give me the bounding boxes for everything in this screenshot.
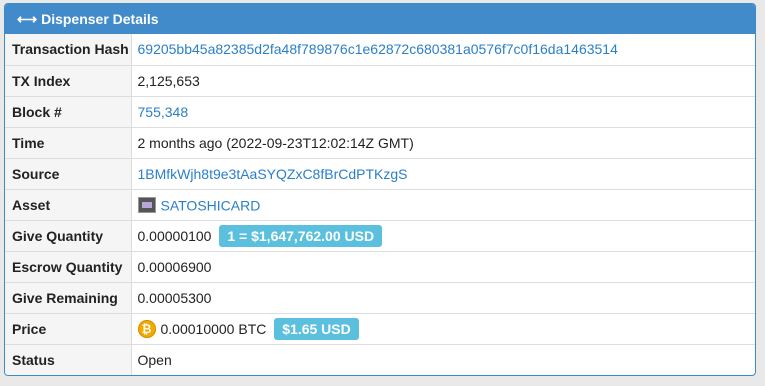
label-give-remaining: Give Remaining xyxy=(5,281,132,313)
dispenser-details-panel: ⟷ Dispenser Details Transaction Hash 692… xyxy=(4,3,756,376)
label-transaction-hash: Transaction Hash xyxy=(5,34,132,65)
status-value: Open xyxy=(131,343,755,375)
asset-link[interactable]: SATOSHICARD xyxy=(161,197,261,213)
transaction-hash-link[interactable]: 69205bb45a82385d2fa48f789876c1e62872c680… xyxy=(138,41,618,57)
row-block: Block # 755,348 xyxy=(5,95,755,127)
row-escrow-quantity: Escrow Quantity 0.00006900 xyxy=(5,250,755,282)
give-remaining-value: 0.00005300 xyxy=(131,281,755,313)
row-tx-index: TX Index 2,125,653 xyxy=(5,64,755,96)
price-usd-badge: $1.65 USD xyxy=(274,317,359,340)
bitcoin-icon: ₿ xyxy=(137,319,156,338)
label-source: Source xyxy=(5,157,132,189)
give-quantity-value: 0.00000100 xyxy=(137,227,212,244)
give-quantity-usd-badge: 1 = $1,647,762.00 USD xyxy=(219,224,383,247)
row-transaction-hash: Transaction Hash 69205bb45a82385d2fa48f7… xyxy=(5,34,755,65)
row-time: Time 2 months ago (2022-09-23T12:02:14Z … xyxy=(5,126,755,158)
label-status: Status xyxy=(5,343,132,375)
escrow-quantity-value: 0.00006900 xyxy=(131,250,755,282)
panel-header: ⟷ Dispenser Details xyxy=(5,4,755,34)
label-give-quantity: Give Quantity xyxy=(5,219,132,251)
price-value: 0.00010000 BTC xyxy=(160,320,267,337)
label-block: Block # xyxy=(5,95,132,127)
label-price: Price xyxy=(5,312,132,344)
details-table: Transaction Hash 69205bb45a82385d2fa48f7… xyxy=(5,34,755,375)
time-value: 2 months ago (2022-09-23T12:02:14Z GMT) xyxy=(131,126,755,158)
block-link[interactable]: 755,348 xyxy=(138,104,189,120)
source-address-link[interactable]: 1BMfkWjh8t9e3tAaSYQZxC8fBrCdPTKzgS xyxy=(138,166,408,182)
label-asset: Asset xyxy=(5,188,132,220)
row-status: Status Open xyxy=(5,343,755,375)
asset-thumbnail-icon xyxy=(137,197,156,214)
row-asset: Asset SATOSHICARD xyxy=(5,188,755,220)
row-source: Source 1BMfkWjh8t9e3tAaSYQZxC8fBrCdPTKzg… xyxy=(5,157,755,189)
label-tx-index: TX Index xyxy=(5,64,132,96)
row-give-quantity: Give Quantity 0.00000100 1 = $1,647,762.… xyxy=(5,219,755,251)
label-time: Time xyxy=(5,126,132,158)
panel-title: Dispenser Details xyxy=(41,11,159,27)
row-give-remaining: Give Remaining 0.00005300 xyxy=(5,281,755,313)
tx-index-value: 2,125,653 xyxy=(131,64,755,96)
label-escrow-quantity: Escrow Quantity xyxy=(5,250,132,282)
row-price: Price ₿ 0.00010000 BTC $1.65 USD xyxy=(5,312,755,344)
left-right-arrow-icon: ⟷ xyxy=(17,11,38,27)
